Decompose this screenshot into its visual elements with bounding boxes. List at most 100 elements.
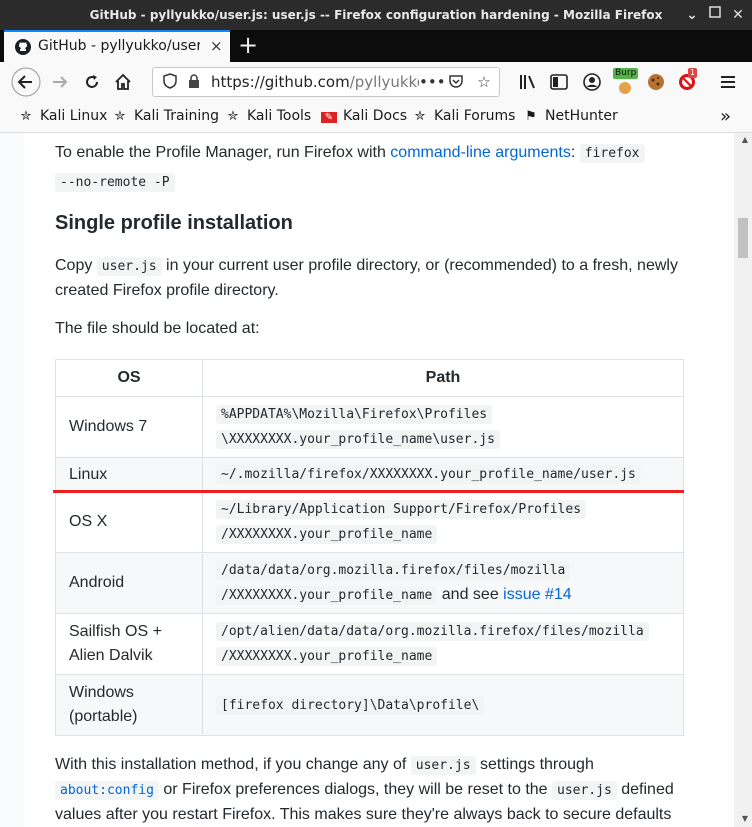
hamburger-menu-icon[interactable] bbox=[712, 66, 744, 98]
paragraph-text: defined bbox=[616, 781, 674, 798]
pocket-icon[interactable] bbox=[447, 73, 465, 91]
page-actions-icon[interactable]: ••• bbox=[419, 73, 446, 91]
burp-extension-icon[interactable]: Burp bbox=[609, 66, 641, 98]
minimize-icon[interactable]: ⌄ bbox=[682, 5, 702, 25]
os-name-line: Windows bbox=[69, 684, 134, 701]
shield-icon[interactable] bbox=[161, 73, 179, 91]
userjs-code: user.js bbox=[410, 756, 476, 775]
scroll-up-arrow-icon[interactable]: ▲ bbox=[742, 135, 748, 144]
table-row: Windows 7 %APPDATA%\Mozilla\Firefox\Prof… bbox=[55, 396, 684, 458]
bookmark-kali-tools[interactable]: ✮ Kali Tools bbox=[225, 108, 312, 124]
vertical-scrollbar[interactable]: ▲ ▼ bbox=[734, 133, 752, 827]
path-cell: /opt/alien/data/data/org.mozilla.firefox… bbox=[202, 613, 684, 675]
scroll-down-arrow-icon[interactable]: ▼ bbox=[742, 814, 748, 823]
command-line-arguments-link[interactable]: command-line arguments bbox=[390, 144, 571, 161]
navigation-toolbar: https://github.com/pyllyukko/user.js •••… bbox=[0, 62, 752, 102]
path-code: %APPDATA%\Mozilla\Firefox\Profiles bbox=[216, 405, 493, 424]
table-row: Linux ~/.mozilla/firefox/XXXXXXXX.your_p… bbox=[55, 457, 684, 492]
path-code: /opt/alien/data/data/org.mozilla.firefox… bbox=[216, 622, 649, 641]
os-cell: OS X bbox=[55, 491, 203, 553]
url-bar[interactable]: https://github.com/pyllyukko/user.js •••… bbox=[152, 67, 500, 97]
installation-method-paragraph: With this installation method, if you ch… bbox=[55, 753, 695, 827]
sidebar-icon[interactable] bbox=[543, 66, 575, 98]
noscript-extension-icon[interactable]: 1 bbox=[671, 66, 703, 98]
issue-14-link[interactable]: issue #14 bbox=[503, 586, 572, 603]
url-host: github.com bbox=[264, 73, 350, 91]
paragraph-text: values after you restart Firefox. This m… bbox=[55, 806, 672, 823]
bookmark-kali-linux[interactable]: ✮ Kali Linux bbox=[18, 108, 108, 124]
highlight-underline bbox=[53, 490, 684, 493]
bookmark-kali-training[interactable]: ✮ Kali Training bbox=[112, 108, 219, 124]
profile-manager-paragraph: To enable the Profile Manager, run Firef… bbox=[55, 141, 685, 192]
tab-strip: GitHub - pyllyukko/user.js: user.js -- F… bbox=[0, 30, 752, 62]
back-button[interactable] bbox=[10, 66, 42, 98]
page-viewport: To enable the Profile Manager, run Firef… bbox=[0, 133, 752, 827]
bookmark-label: Kali Forums bbox=[434, 108, 516, 124]
account-icon[interactable] bbox=[576, 66, 608, 98]
bookmark-nethunter[interactable]: ⚑ NetHunter bbox=[523, 108, 618, 124]
bookmark-label: Kali Training bbox=[134, 108, 219, 124]
lock-icon[interactable] bbox=[185, 73, 203, 91]
nethunter-icon: ⚑ bbox=[525, 109, 537, 124]
os-name-line: (portable) bbox=[69, 708, 138, 725]
url-path: /pyllyukko/user.js bbox=[349, 73, 419, 91]
paragraph-text: : bbox=[570, 144, 580, 161]
table-row: OS X ~/Library/Application Support/Firef… bbox=[55, 491, 684, 553]
close-window-icon[interactable]: ✕ bbox=[728, 5, 748, 25]
section-heading: Single profile installation bbox=[55, 212, 293, 234]
userjs-code: user.js bbox=[552, 781, 617, 800]
os-cell: Windows (portable) bbox=[55, 674, 203, 736]
url-prefix: https:// bbox=[211, 73, 265, 91]
tab-close-icon[interactable]: × bbox=[210, 37, 223, 55]
os-name-line: Sailfish OS + bbox=[69, 623, 162, 640]
os-cell: Windows 7 bbox=[55, 396, 203, 458]
reload-button[interactable] bbox=[76, 66, 108, 98]
path-cell: ~/Library/Application Support/Firefox/Pr… bbox=[202, 491, 684, 553]
table-header-path: Path bbox=[202, 359, 684, 397]
kali-dragon-icon: ✮ bbox=[114, 109, 126, 124]
bookmark-label: NetHunter bbox=[545, 108, 618, 124]
userjs-code: user.js bbox=[96, 257, 162, 276]
extension-badge: 1 bbox=[688, 68, 698, 78]
github-favicon-icon bbox=[15, 39, 31, 55]
forward-button[interactable] bbox=[44, 66, 76, 98]
bookmark-label: Kali Tools bbox=[247, 108, 312, 124]
path-code: /XXXXXXXX.your_profile_name bbox=[216, 586, 438, 605]
cookie-extension-icon[interactable] bbox=[640, 66, 672, 98]
table-row: Windows (portable) [firefox directory]\D… bbox=[55, 674, 684, 736]
firefox-command-args-code: --no-remote -P bbox=[55, 173, 175, 192]
os-cell: Android bbox=[55, 552, 203, 614]
os-cell: Linux bbox=[55, 457, 203, 492]
path-code: ~/Library/Application Support/Firefox/Pr… bbox=[216, 500, 587, 519]
bookmark-kali-docs[interactable]: ✎ Kali Docs bbox=[321, 108, 407, 124]
firefox-command-code: firefox bbox=[579, 144, 645, 163]
os-name-line: Alien Dalvik bbox=[69, 647, 153, 664]
path-code: [firefox directory]\Data\profile\ bbox=[216, 695, 485, 715]
window-titlebar: GitHub - pyllyukko/user.js: user.js -- F… bbox=[0, 0, 752, 30]
bookmark-kali-forums[interactable]: ✮ Kali Forums bbox=[412, 108, 516, 124]
paragraph-text: settings through bbox=[475, 756, 594, 773]
table-header-os: OS bbox=[55, 359, 203, 397]
new-tab-button[interactable]: + bbox=[236, 33, 260, 57]
bookmark-label: Kali Linux bbox=[40, 108, 108, 124]
maximize-icon[interactable] bbox=[705, 4, 725, 24]
bookmark-label: Kali Docs bbox=[343, 108, 408, 124]
table-header-row: OS Path bbox=[55, 359, 684, 397]
paragraph-text: created Firefox profile directory. bbox=[55, 282, 279, 299]
bookmarks-overflow-icon[interactable]: » bbox=[720, 106, 731, 127]
library-icon[interactable] bbox=[512, 66, 544, 98]
table-row: Android /data/data/org.mozilla.firefox/f… bbox=[55, 552, 684, 614]
path-code: ~/.mozilla/firefox/XXXXXXXX.your_profile… bbox=[216, 465, 641, 484]
tab-github[interactable]: GitHub - pyllyukko/user.js: user.js -- F… bbox=[4, 30, 230, 62]
paragraph-text: To enable the Profile Manager, run Firef… bbox=[55, 144, 391, 161]
bookmark-star-icon[interactable]: ☆ bbox=[475, 73, 493, 91]
paragraph-text: With this installation method, if you ch… bbox=[55, 756, 411, 773]
tab-title: GitHub - pyllyukko/user.js: user.js -- F… bbox=[38, 38, 200, 54]
path-suffix-text: and see bbox=[437, 586, 504, 603]
url-text[interactable]: https://github.com/pyllyukko/user.js bbox=[211, 73, 419, 91]
home-button[interactable] bbox=[107, 66, 139, 98]
kali-dragon-icon: ✮ bbox=[20, 109, 32, 124]
os-cell: Sailfish OS + Alien Dalvik bbox=[55, 613, 203, 675]
about-config-link[interactable]: about:config bbox=[55, 781, 159, 800]
scrollbar-thumb[interactable] bbox=[738, 218, 748, 258]
